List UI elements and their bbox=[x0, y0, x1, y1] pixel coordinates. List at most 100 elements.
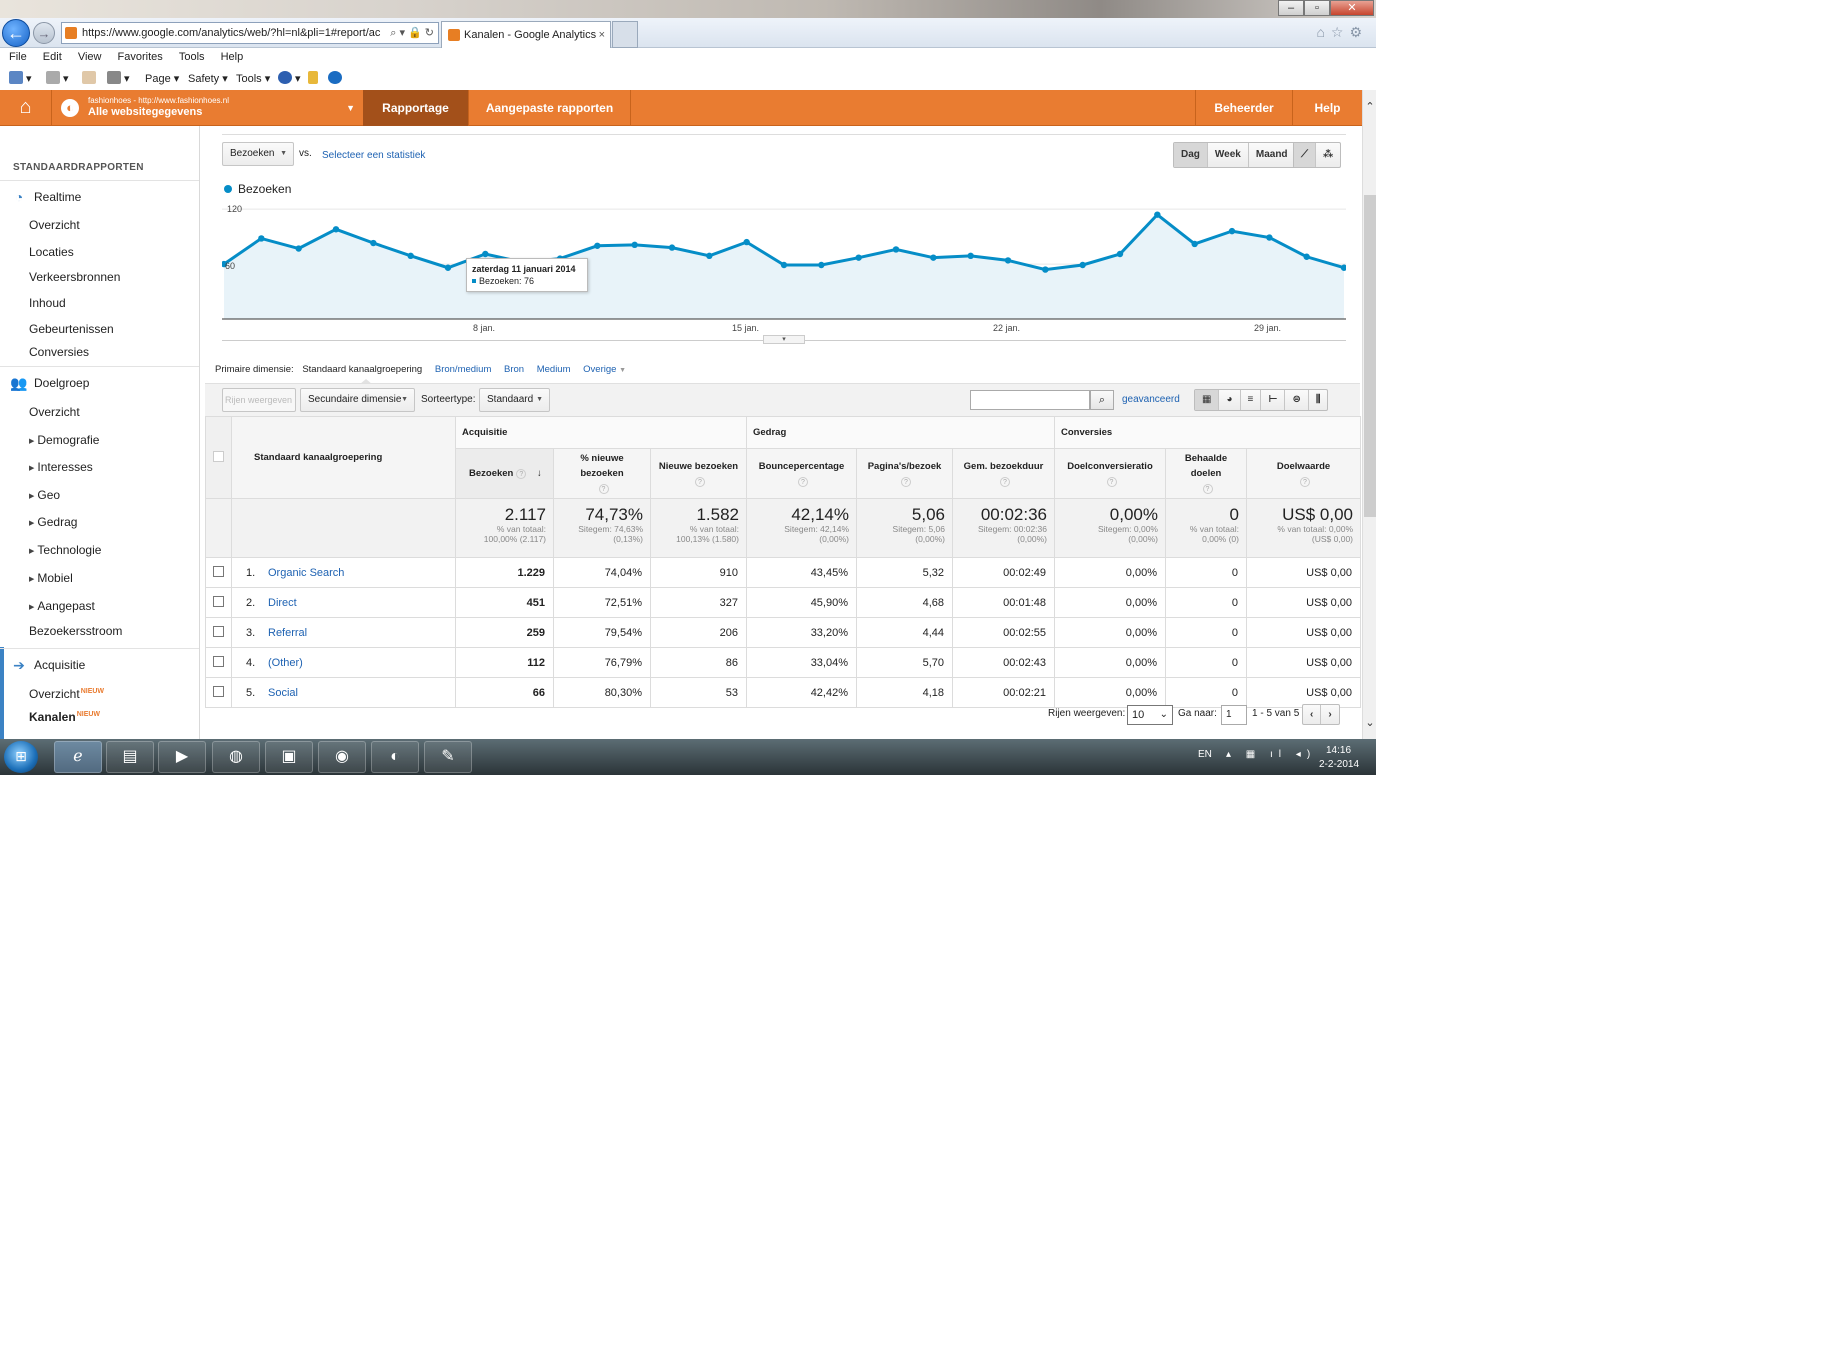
data-point[interactable] bbox=[1079, 261, 1086, 269]
data-point[interactable] bbox=[631, 241, 638, 249]
address-bar[interactable]: https://www.google.com/analytics/web/?hl… bbox=[61, 22, 439, 44]
menu-view[interactable]: View bbox=[78, 51, 102, 63]
menu-edit[interactable]: Edit bbox=[43, 51, 62, 63]
sidebar-item-verkeersbronnen[interactable]: Verkeersbronnen bbox=[29, 270, 120, 284]
data-point[interactable] bbox=[668, 244, 676, 251]
dimension-bron[interactable]: Bron bbox=[504, 364, 524, 375]
tab-beheerder[interactable]: Beheerder bbox=[1195, 90, 1293, 126]
print-icon[interactable]: ▾ bbox=[107, 69, 130, 89]
channel-link[interactable]: Direct bbox=[268, 597, 297, 609]
column-header[interactable]: Behaalde doelen? bbox=[1165, 448, 1247, 499]
research-icon[interactable] bbox=[308, 69, 318, 89]
data-point[interactable] bbox=[743, 238, 750, 246]
channel-link[interactable]: Referral bbox=[268, 627, 307, 639]
menu-favorites[interactable]: Favorites bbox=[118, 51, 163, 63]
dimension-column-header[interactable]: Standaard kanaalgroepering bbox=[231, 416, 456, 499]
sidebar-item-acquisitie-overzicht[interactable]: OverzichtNIEUW bbox=[29, 687, 104, 701]
channel-link[interactable]: Organic Search bbox=[268, 567, 344, 579]
sidebar-item-gebeurtenissen[interactable]: Gebeurtenissen bbox=[29, 322, 114, 336]
sidebar-item-geo[interactable]: ▶ Geo bbox=[29, 488, 60, 502]
table-search-input[interactable] bbox=[970, 390, 1090, 410]
scroll-down-icon[interactable]: ⌄ bbox=[1363, 716, 1376, 729]
select-metric-link[interactable]: Selecteer een statistiek bbox=[322, 150, 425, 161]
channel-link[interactable]: (Other) bbox=[268, 657, 303, 669]
feeds-icon[interactable]: ▾ bbox=[46, 69, 69, 89]
menu-file[interactable]: File bbox=[9, 51, 27, 63]
chart-collapse-handle[interactable]: ▾ bbox=[763, 335, 805, 344]
new-tab-button[interactable] bbox=[612, 21, 638, 48]
prev-page-icon[interactable]: ‹ bbox=[1303, 705, 1322, 724]
column-header[interactable]: Gem. bezoekduur? bbox=[952, 448, 1055, 499]
language-indicator[interactable]: EN bbox=[1198, 749, 1212, 760]
forward-button[interactable]: → bbox=[33, 22, 55, 44]
help-icon[interactable]: ? bbox=[598, 484, 609, 494]
sidebar-item-doelgroep-overzicht[interactable]: Overzicht bbox=[29, 405, 80, 419]
home-star-gear-icons[interactable]: ⌂☆⚙ bbox=[1316, 24, 1368, 41]
sidebar-item-realtime-overzicht[interactable]: Overzicht bbox=[29, 218, 80, 232]
data-point[interactable] bbox=[892, 246, 900, 253]
office-icon[interactable]: ▣ bbox=[265, 741, 313, 773]
performance-view-icon[interactable]: ≡ bbox=[1241, 390, 1262, 410]
media-app-icon[interactable]: ◐ bbox=[371, 741, 419, 773]
row-checkbox[interactable] bbox=[205, 617, 232, 648]
dimension-standaard-kanaalgroepering[interactable]: Standaard kanaalgroepering bbox=[302, 364, 422, 375]
motion-chart-icon[interactable]: ⁂ bbox=[1316, 143, 1340, 167]
search-icon[interactable]: ⌕ bbox=[1090, 390, 1114, 410]
row-checkbox[interactable] bbox=[205, 587, 232, 618]
data-point[interactable] bbox=[706, 252, 713, 260]
tools-menu[interactable]: Tools ▾ bbox=[236, 69, 270, 89]
data-point[interactable] bbox=[258, 235, 265, 242]
secondary-dimension-dropdown[interactable]: Secundaire dimensie ▼ bbox=[300, 388, 415, 412]
data-point[interactable] bbox=[407, 252, 414, 260]
comparison-view-icon[interactable]: ⊢ bbox=[1261, 390, 1286, 410]
sort-arrow-icon[interactable]: ↓ bbox=[534, 468, 542, 479]
sidebar-item-realtime[interactable]: ◔ Realtime bbox=[0, 180, 199, 212]
dimension-medium[interactable]: Medium bbox=[537, 364, 571, 375]
menu-help[interactable]: Help bbox=[221, 51, 244, 63]
data-point[interactable] bbox=[482, 250, 489, 258]
dimension-overige[interactable]: Overige ▼ bbox=[583, 364, 626, 375]
column-header[interactable]: % nieuwe bezoeken? bbox=[553, 448, 651, 499]
firefox-icon[interactable]: ◉ bbox=[318, 741, 366, 773]
vertical-scrollbar[interactable]: ⌃ ⌄ bbox=[1362, 90, 1376, 739]
help-icon[interactable]: ? bbox=[798, 476, 808, 487]
tab-aangepaste-rapporten[interactable]: Aangepaste rapporten bbox=[469, 90, 631, 126]
table-view-icon[interactable]: ▦ bbox=[1195, 390, 1220, 410]
close-window-button[interactable]: ✕ bbox=[1330, 0, 1374, 16]
row-checkbox[interactable] bbox=[205, 647, 232, 678]
menu-tools[interactable]: Tools bbox=[179, 51, 205, 63]
sidebar-item-locaties[interactable]: Locaties bbox=[29, 245, 74, 259]
help-icon[interactable]: ? bbox=[901, 476, 911, 487]
column-header[interactable]: Nieuwe bezoeken? bbox=[650, 448, 747, 499]
channel-link[interactable]: Social bbox=[268, 687, 298, 699]
data-point[interactable] bbox=[818, 261, 825, 269]
column-header[interactable]: Doelconversieratio? bbox=[1054, 448, 1166, 499]
maximize-button[interactable]: ▫ bbox=[1304, 0, 1330, 16]
help-icon[interactable]: ? bbox=[1106, 476, 1117, 487]
tab-rapportage[interactable]: Rapportage bbox=[363, 90, 469, 126]
column-header[interactable]: Bezoeken? ↓ bbox=[455, 448, 554, 499]
tab-kanalen[interactable]: Kanalen - Google Analytics × bbox=[441, 21, 611, 48]
sidebar-item-aangepast[interactable]: ▶ Aangepast bbox=[29, 599, 95, 613]
data-point[interactable] bbox=[1303, 253, 1310, 260]
data-point[interactable] bbox=[332, 226, 340, 233]
sidebar-item-demografie[interactable]: ▶ Demografie bbox=[29, 433, 99, 447]
sidebar-item-inhoud[interactable]: Inhoud bbox=[29, 296, 66, 310]
tray-icons[interactable]: ▴ ▦ ıl ◂) bbox=[1226, 749, 1316, 760]
data-point[interactable] bbox=[967, 252, 974, 260]
close-tab-icon[interactable]: × bbox=[599, 22, 605, 48]
sidebar-item-interesses[interactable]: ▶ Interesses bbox=[29, 460, 93, 474]
sidebar-item-gedrag[interactable]: ▶ Gedrag bbox=[29, 515, 77, 529]
advanced-filter-link[interactable]: geavanceerd bbox=[1122, 394, 1180, 405]
help-icon[interactable]: ▾ bbox=[278, 69, 301, 89]
data-point[interactable] bbox=[1116, 250, 1124, 258]
row-checkbox[interactable] bbox=[205, 557, 232, 588]
ie-icon[interactable]: ℯ bbox=[54, 741, 102, 773]
media-player-icon[interactable]: ▶ bbox=[158, 741, 206, 773]
page-menu[interactable]: Page ▾ bbox=[145, 69, 179, 89]
safety-menu[interactable]: Safety ▾ bbox=[188, 69, 228, 89]
ga-home-icon[interactable]: ⌂ bbox=[0, 90, 52, 126]
period-maand-button[interactable]: Maand bbox=[1249, 143, 1295, 167]
help-icon[interactable]: ? bbox=[695, 476, 705, 487]
data-point[interactable] bbox=[855, 254, 862, 261]
